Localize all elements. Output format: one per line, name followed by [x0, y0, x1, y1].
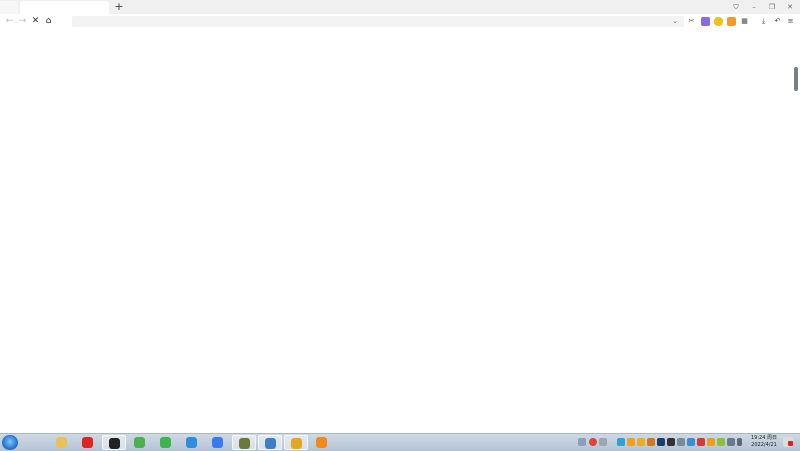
address-bar[interactable]: [72, 16, 684, 27]
scrollbar-thumb[interactable]: [794, 67, 798, 91]
extension-shield-icon[interactable]: [714, 17, 723, 26]
browser-app-icon: [291, 438, 302, 449]
tray-mic-icon[interactable]: [599, 438, 607, 446]
navigation-bar: ← → ✕ ⌂ ⌄ ✂ ▦ ⤓ ↶ ≡: [0, 14, 800, 29]
tray-arrow-icon[interactable]: [617, 438, 625, 446]
taskbar-app-game-app[interactable]: [232, 435, 256, 450]
start-button[interactable]: [2, 435, 18, 450]
clock[interactable]: 19:24 周日 2022/4/21: [748, 435, 780, 449]
taskbar-app-green-app[interactable]: [128, 435, 152, 450]
shield-icon[interactable]: ⛉: [728, 0, 744, 14]
green-app-icon: [134, 437, 145, 448]
tray-icon-4[interactable]: [657, 438, 665, 446]
taskbar-app-browser-app[interactable]: [284, 435, 308, 450]
undo-icon[interactable]: ↶: [773, 17, 782, 26]
taskbar-app-sync-app[interactable]: [180, 435, 204, 450]
obs-icon: [109, 438, 120, 449]
tray-icon-3[interactable]: [647, 438, 655, 446]
sync-app-icon: [186, 437, 197, 448]
tray-app-icon[interactable]: [589, 438, 597, 446]
taskbar-app-obs[interactable]: [102, 435, 126, 450]
stop-button[interactable]: ✕: [29, 14, 42, 29]
clock-date: 2022/4/21: [751, 442, 777, 448]
extension-purple-icon[interactable]: [701, 17, 710, 26]
input-method-icon[interactable]: [578, 438, 586, 446]
notification-icon[interactable]: [783, 437, 793, 447]
tray-icon-8[interactable]: [697, 438, 705, 446]
netease-music-icon: [82, 437, 93, 448]
restore-button[interactable]: ❐: [764, 0, 780, 14]
photo-app-icon: [265, 438, 276, 449]
taskbar-app-photo-app[interactable]: [258, 435, 282, 450]
tray-icon-5[interactable]: [667, 438, 675, 446]
tray-icon-7[interactable]: [687, 438, 695, 446]
tray-icon-10[interactable]: [717, 438, 725, 446]
pinned-tab[interactable]: [0, 1, 18, 14]
taskbar-app-file-explorer[interactable]: [50, 435, 74, 450]
clock-time: 19:24 周日: [751, 435, 777, 441]
tray-icon-1[interactable]: [627, 438, 635, 446]
scissors-icon[interactable]: ✂: [687, 17, 696, 26]
forward-button[interactable]: →: [16, 14, 29, 29]
tray-icon-11[interactable]: [727, 438, 735, 446]
taskbar-app-netease-music[interactable]: [76, 435, 100, 450]
back-button[interactable]: ←: [3, 14, 16, 29]
page-content: [0, 29, 800, 433]
download-icon[interactable]: ⤓: [759, 17, 768, 26]
file-explorer-icon: [56, 437, 67, 448]
chevron-down-icon[interactable]: ⌄: [670, 16, 680, 27]
apps-grid-icon[interactable]: ▦: [740, 17, 749, 26]
tray-icon-6[interactable]: [677, 438, 685, 446]
notification-badge: [788, 441, 793, 446]
tray-icon-2[interactable]: [637, 438, 645, 446]
taskbar-app-media-player[interactable]: [154, 435, 178, 450]
tray-icon-9[interactable]: [707, 438, 715, 446]
feishu-icon: [212, 437, 223, 448]
taskbar-app-help-app[interactable]: [310, 435, 334, 450]
help-app-icon: [316, 437, 327, 448]
menu-icon[interactable]: ≡: [786, 17, 795, 26]
tab-strip: + ⛉ – ❐ ✕: [0, 0, 800, 14]
tab-active[interactable]: [20, 1, 109, 14]
close-window-button[interactable]: ✕: [782, 0, 798, 14]
volume-icon[interactable]: [737, 438, 742, 446]
media-player-icon: [160, 437, 171, 448]
home-button[interactable]: ⌂: [42, 14, 55, 29]
minimize-button[interactable]: –: [746, 0, 762, 14]
taskbar-app-feishu[interactable]: [206, 435, 230, 450]
new-tab-button[interactable]: +: [113, 0, 125, 14]
game-app-icon: [239, 438, 250, 449]
extension-game-icon[interactable]: [727, 17, 736, 26]
taskbar: 19:24 周日 2022/4/21: [0, 433, 800, 451]
